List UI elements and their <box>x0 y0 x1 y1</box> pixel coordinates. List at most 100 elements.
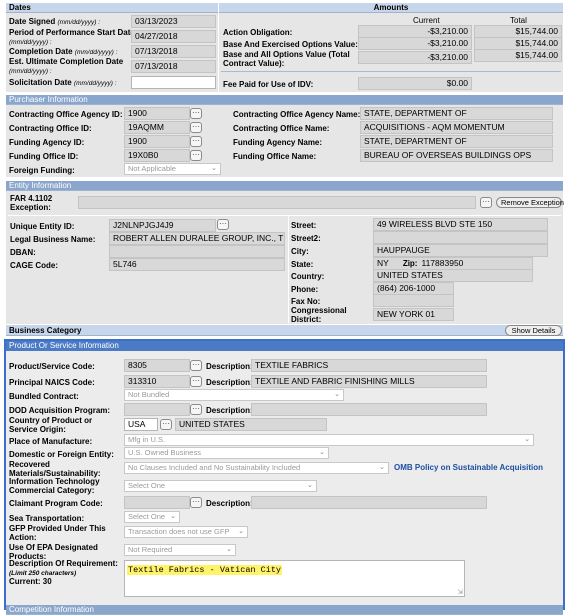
naics-field[interactable]: 313310 <box>124 375 190 388</box>
funding-office-name-label: Funding Office Name: <box>233 152 317 161</box>
dod-lookup-icon[interactable]: ··· <box>190 404 202 415</box>
fee-label: Fee Paid for Use of IDV: <box>223 80 314 89</box>
solicitation-label: Solicitation Date (mm/dd/yyyy) : <box>9 78 117 87</box>
city-field: HAUPPAUGE <box>373 244 548 257</box>
purchaser-header: Purchaser Information <box>6 95 563 105</box>
country-field: UNITED STATES <box>373 269 533 282</box>
dod-field[interactable] <box>124 403 190 416</box>
pop-start-label: Period of Performance Start Date (mm/dd/y… <box>9 28 135 46</box>
chevron-down-icon: ⌄ <box>524 436 530 443</box>
naics-lookup-icon[interactable]: ··· <box>190 376 202 387</box>
funding-office-id-lookup-icon[interactable]: ··· <box>190 150 202 161</box>
date-signed-field[interactable]: 03/13/2023 <box>131 15 216 28</box>
country-lookup-icon[interactable]: ··· <box>160 419 172 430</box>
contracting-office-id-label: Contracting Office ID: <box>9 124 92 133</box>
funding-office-name-field: BUREAU OF OVERSEAS BUILDINGS OPS <box>360 149 553 162</box>
requirement-textarea[interactable]: Textile Fabrics - Vatican City ⇲ <box>124 560 465 597</box>
fax-field <box>373 294 454 307</box>
claimant-field[interactable] <box>124 496 190 509</box>
place-label: Place of Manufacture: <box>9 437 93 446</box>
resize-handle-icon[interactable]: ⇲ <box>457 588 463 596</box>
ult-completion-field[interactable]: 07/13/2018 <box>131 60 216 73</box>
entity-header: Entity Information <box>6 181 563 191</box>
dod-description-field <box>251 403 487 416</box>
remove-exception-button[interactable]: Remove Exception <box>496 197 564 208</box>
contracting-agency-id-lookup-icon[interactable]: ··· <box>190 108 202 119</box>
competition-header: Competition Information <box>6 605 563 615</box>
base-all-label: Base and All Options Value (Total Contra… <box>223 50 350 68</box>
bundled-select[interactable]: Not Bundled ⌄ <box>124 389 344 401</box>
psc-field[interactable]: 8305 <box>124 359 190 372</box>
street2-label: Street2: <box>291 234 321 243</box>
completion-field[interactable]: 07/13/2018 <box>131 45 216 58</box>
place-select[interactable]: Mfg in U.S. ⌄ <box>124 434 534 446</box>
psc-description-label: Description: <box>206 362 253 371</box>
cage-label: CAGE Code: <box>10 261 58 270</box>
fax-label: Fax No: <box>291 297 321 306</box>
contracting-agency-id-label: Contracting Office Agency ID: <box>9 110 123 119</box>
psc-lookup-icon[interactable]: ··· <box>190 360 202 371</box>
chevron-down-icon: ⌄ <box>319 449 325 456</box>
show-details-button[interactable]: Show Details <box>505 325 562 336</box>
street-field: 49 WIRELESS BLVD STE 150 <box>373 218 548 231</box>
completion-label: Completion Date (mm/dd/yyyy) : <box>9 47 118 56</box>
naics-description-label: Description: <box>206 378 253 387</box>
contracting-office-id-lookup-icon[interactable]: ··· <box>190 122 202 133</box>
legal-name-label: Legal Business Name: <box>10 235 96 244</box>
entity-divider <box>8 215 561 216</box>
contracting-office-name-field: ACQUISITIONS - AQM MOMENTUM <box>360 121 553 134</box>
action-obligation-label: Action Obligation: <box>223 28 293 37</box>
funding-agency-name-label: Funding Agency Name: <box>233 138 323 147</box>
omb-policy-link[interactable]: OMB Policy on Sustainable Acquisition <box>394 463 543 472</box>
base-all-current: -$3,210.00 <box>358 51 472 64</box>
uei-field[interactable]: J2NLNPJGJ4J9 <box>109 219 216 232</box>
domestic-select[interactable]: U.S. Owned Business ⌄ <box>124 447 329 459</box>
requirement-text: Textile Fabrics - Vatican City <box>127 565 283 575</box>
state-label: State: <box>291 260 314 269</box>
sea-transportation-select[interactable]: Select One ⌄ <box>124 511 180 523</box>
foreign-funding-select[interactable]: Not Applicable ⌄ <box>124 163 221 175</box>
far-exception-field <box>78 196 476 209</box>
base-exercised-label: Base And Exercised Options Value: <box>223 40 358 49</box>
gfp-select[interactable]: Transaction does not use GFP ⌄ <box>124 526 248 538</box>
city-label: City: <box>291 247 309 256</box>
contracting-agency-id-field[interactable]: 1900 <box>124 107 190 120</box>
contracting-agency-name-label: Contracting Office Agency Name: <box>233 110 361 119</box>
chevron-down-icon: ⌄ <box>211 165 217 172</box>
country-name-field: UNITED STATES <box>175 418 327 431</box>
naics-label: Principal NAICS Code: <box>9 378 95 387</box>
street2-field <box>373 231 548 244</box>
country-code-field[interactable]: USA <box>124 418 158 431</box>
contracting-agency-name-field: STATE, DEPARTMENT OF <box>360 107 553 120</box>
recovered-select[interactable]: No Clauses Included and No Sustainabilit… <box>124 462 389 474</box>
dban-field <box>109 245 285 258</box>
far-exception-lookup-icon[interactable]: ··· <box>480 197 492 208</box>
col-current-label: Current <box>413 16 440 25</box>
funding-office-id-field[interactable]: 19X0B0 <box>124 149 190 162</box>
funding-agency-id-lookup-icon[interactable]: ··· <box>190 136 202 147</box>
date-signed-label: Date Signed (mm/dd/yyyy) : <box>9 17 101 26</box>
uei-lookup-icon[interactable]: ··· <box>217 219 229 230</box>
phone-label: Phone: <box>291 285 319 294</box>
chevron-down-icon: ⌄ <box>334 391 340 398</box>
funding-agency-id-label: Funding Agency ID: <box>9 138 85 147</box>
amounts-header: Amounts <box>219 3 563 13</box>
contracting-office-name-label: Contracting Office Name: <box>233 124 330 133</box>
base-exercised-current: -$3,210.00 <box>358 37 472 50</box>
amounts-divider <box>221 71 561 72</box>
chevron-down-icon: ⌄ <box>170 513 176 520</box>
funding-agency-id-field[interactable]: 1900 <box>124 135 190 148</box>
sea-transportation-label: Sea Transportation: <box>9 514 85 523</box>
it-category-select[interactable]: Select One ⌄ <box>124 480 317 492</box>
zip-value: 117883950 <box>421 258 464 268</box>
contracting-office-id-field[interactable]: 19AQMM <box>124 121 190 134</box>
country-label: Country: <box>291 272 325 281</box>
cage-field: 5L746 <box>109 258 285 271</box>
epa-select[interactable]: Not Required ⌄ <box>124 544 236 556</box>
solicitation-field[interactable] <box>131 76 216 89</box>
funding-office-id-label: Funding Office ID: <box>9 152 79 161</box>
pop-start-field[interactable]: 04/27/2018 <box>131 30 216 43</box>
claimant-lookup-icon[interactable]: ··· <box>190 497 202 508</box>
recovered-label: Recovered Materials/Sustainability: <box>9 460 101 478</box>
uei-label: Unique Entity ID: <box>10 222 75 231</box>
